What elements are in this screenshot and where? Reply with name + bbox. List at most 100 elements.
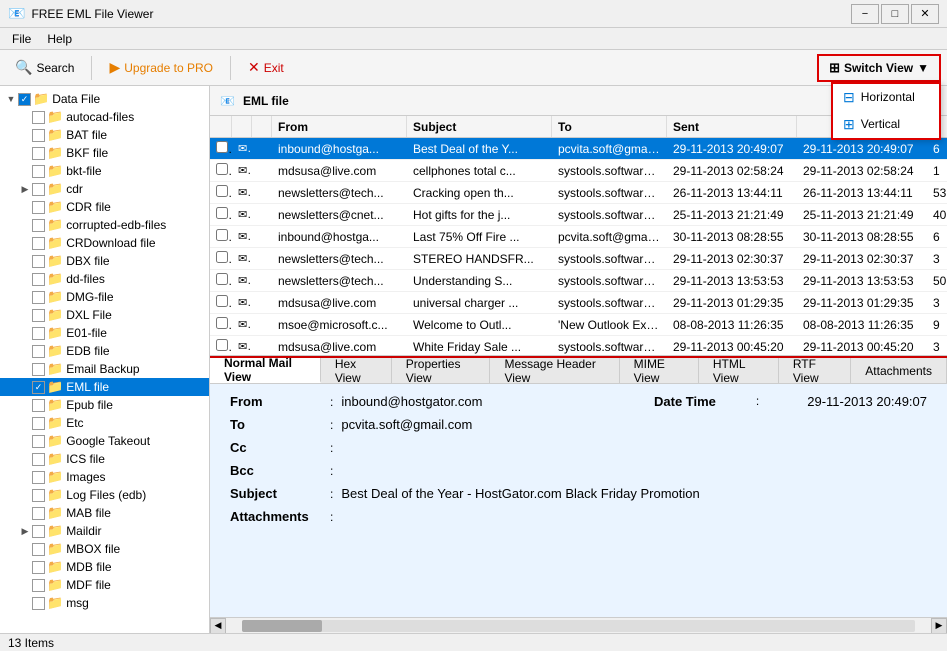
tree-checkbox[interactable]	[32, 147, 45, 160]
col-header-subject[interactable]: Subject	[407, 116, 552, 137]
tree-item-crdownload[interactable]: 📁 CRDownload file	[0, 234, 209, 252]
switch-view-button[interactable]: ⊞ Switch View ▼	[817, 54, 941, 82]
tree-checkbox[interactable]	[32, 165, 45, 178]
tree-item-dmg[interactable]: 📁 DMG-file	[0, 288, 209, 306]
tree-item-mdf[interactable]: 📁 MDF file	[0, 576, 209, 594]
tree-item-dbx[interactable]: 📁 DBX file	[0, 252, 209, 270]
tree-item-edb[interactable]: 📁 EDB file	[0, 342, 209, 360]
tab-attachments[interactable]: Attachments	[851, 358, 947, 383]
col-header-to[interactable]: To	[552, 116, 667, 137]
tree-item-dd[interactable]: 📁 dd-files	[0, 270, 209, 288]
tree-item-dxl[interactable]: 📁 DXL File	[0, 306, 209, 324]
email-row[interactable]: ✉ newsletters@tech... STEREO HANDSFR... …	[210, 248, 947, 270]
tree-checkbox[interactable]	[32, 183, 45, 196]
email-list[interactable]: From Subject To Sent P ✉ inbound@hostga.…	[210, 116, 947, 356]
email-row[interactable]: ✉ mdsusa@live.com cellphones total c... …	[210, 160, 947, 182]
tab-message-header-view[interactable]: Message Header View	[490, 358, 619, 383]
tree-checkbox[interactable]	[32, 489, 45, 502]
tree-checkbox[interactable]	[32, 237, 45, 250]
email-row[interactable]: ✉ mdsusa@live.com universal charger ... …	[210, 292, 947, 314]
tree-item-maildir[interactable]: ▶ 📁 Maildir	[0, 522, 209, 540]
row-check[interactable]	[210, 229, 232, 244]
tree-checkbox[interactable]	[32, 579, 45, 592]
tree-checkbox[interactable]	[32, 219, 45, 232]
tree-item-autocad[interactable]: 📁 autocad-files	[0, 108, 209, 126]
email-row[interactable]: ✉ newsletters@tech... Cracking open th..…	[210, 182, 947, 204]
tree-item-bkt[interactable]: 📁 bkt-file	[0, 162, 209, 180]
tree-checkbox[interactable]	[32, 291, 45, 304]
menu-file[interactable]: File	[4, 30, 39, 48]
tree-checkbox[interactable]	[32, 507, 45, 520]
tree-checkbox[interactable]	[32, 471, 45, 484]
tab-properties-view[interactable]: Properties View	[392, 358, 491, 383]
minimize-button[interactable]: −	[851, 4, 879, 24]
tree-root-item[interactable]: ▼ ✓ 📁 Data File	[0, 90, 209, 108]
row-check[interactable]	[210, 273, 232, 288]
row-check[interactable]	[210, 163, 232, 178]
tab-rtf-view[interactable]: RTF View	[779, 358, 851, 383]
row-check[interactable]	[210, 339, 232, 354]
horizontal-scrollbar[interactable]: ◀ ▶	[210, 617, 947, 633]
tree-checkbox[interactable]	[32, 111, 45, 124]
col-header-attach[interactable]	[252, 116, 272, 137]
tree-item-eml[interactable]: ✓ 📁 EML file	[0, 378, 209, 396]
maximize-button[interactable]: □	[881, 4, 909, 24]
email-row[interactable]: ✉ newsletters@cnet... Hot gifts for the …	[210, 204, 947, 226]
col-header-icon[interactable]	[232, 116, 252, 137]
tree-item-images[interactable]: 📁 Images	[0, 468, 209, 486]
tree-item-mbox[interactable]: 📁 MBOX file	[0, 540, 209, 558]
tab-mime-view[interactable]: MIME View	[620, 358, 699, 383]
tree-item-mdb[interactable]: 📁 MDB file	[0, 558, 209, 576]
row-check[interactable]	[210, 295, 232, 310]
tree-toggle-root[interactable]: ▼	[4, 94, 18, 104]
row-check[interactable]	[210, 185, 232, 200]
tree-item-ics[interactable]: 📁 ICS file	[0, 450, 209, 468]
tree-checkbox[interactable]	[32, 309, 45, 322]
email-row[interactable]: ✉ newsletters@tech... Understanding S...…	[210, 270, 947, 292]
tree-checkbox[interactable]	[32, 597, 45, 610]
sidebar[interactable]: ▼ ✓ 📁 Data File 📁 autocad-files 📁 BAT fi…	[0, 86, 210, 633]
tab-html-view[interactable]: HTML View	[699, 358, 779, 383]
tree-item-mab[interactable]: 📁 MAB file	[0, 504, 209, 522]
tree-item-cdrfile[interactable]: 📁 CDR file	[0, 198, 209, 216]
col-header-from[interactable]: From	[272, 116, 407, 137]
tree-checkbox[interactable]	[32, 345, 45, 358]
tree-checkbox[interactable]	[32, 129, 45, 142]
tree-item-etc[interactable]: 📁 Etc	[0, 414, 209, 432]
search-button[interactable]: 🔍 Search	[6, 54, 83, 81]
exit-button[interactable]: ✕ Exit	[239, 54, 293, 81]
tree-checkbox[interactable]	[32, 255, 45, 268]
row-check[interactable]	[210, 251, 232, 266]
email-row[interactable]: ✉ inbound@hostga... Best Deal of the Y..…	[210, 138, 947, 160]
tree-item-google[interactable]: 📁 Google Takeout	[0, 432, 209, 450]
upgrade-button[interactable]: ▶ Upgrade to PRO	[100, 54, 222, 81]
menu-help[interactable]: Help	[39, 30, 80, 48]
tree-checkbox-root[interactable]: ✓	[18, 93, 31, 106]
col-header-sent[interactable]: Sent	[667, 116, 797, 137]
tree-item-epub[interactable]: 📁 Epub file	[0, 396, 209, 414]
tree-checkbox[interactable]	[32, 417, 45, 430]
row-check[interactable]	[210, 207, 232, 222]
tree-item-e01[interactable]: 📁 E01-file	[0, 324, 209, 342]
tree-checkbox[interactable]	[32, 399, 45, 412]
tab-hex-view[interactable]: Hex View	[321, 358, 392, 383]
col-header-check[interactable]	[210, 116, 232, 137]
tree-item-msg[interactable]: 📁 msg	[0, 594, 209, 612]
tree-item-emailbackup[interactable]: 📁 Email Backup	[0, 360, 209, 378]
tree-checkbox[interactable]	[32, 543, 45, 556]
email-row[interactable]: ✉ msoe@microsoft.c... Welcome to Outl...…	[210, 314, 947, 336]
email-row[interactable]: ✉ inbound@hostga... Last 75% Off Fire ..…	[210, 226, 947, 248]
row-check[interactable]	[210, 317, 232, 332]
tree-checkbox[interactable]	[32, 561, 45, 574]
tree-checkbox[interactable]	[32, 363, 45, 376]
tree-checkbox[interactable]	[32, 273, 45, 286]
tree-checkbox-eml[interactable]: ✓	[32, 381, 45, 394]
tree-item-bat[interactable]: 📁 BAT file	[0, 126, 209, 144]
close-button[interactable]: ✕	[911, 4, 939, 24]
tree-checkbox[interactable]	[32, 327, 45, 340]
scrollbar-track[interactable]	[242, 620, 915, 632]
row-check[interactable]	[210, 141, 232, 156]
tree-checkbox[interactable]	[32, 453, 45, 466]
scroll-left-button[interactable]: ◀	[210, 618, 226, 634]
switch-view-option-horizontal[interactable]: ⊟ Horizontal	[833, 84, 939, 111]
